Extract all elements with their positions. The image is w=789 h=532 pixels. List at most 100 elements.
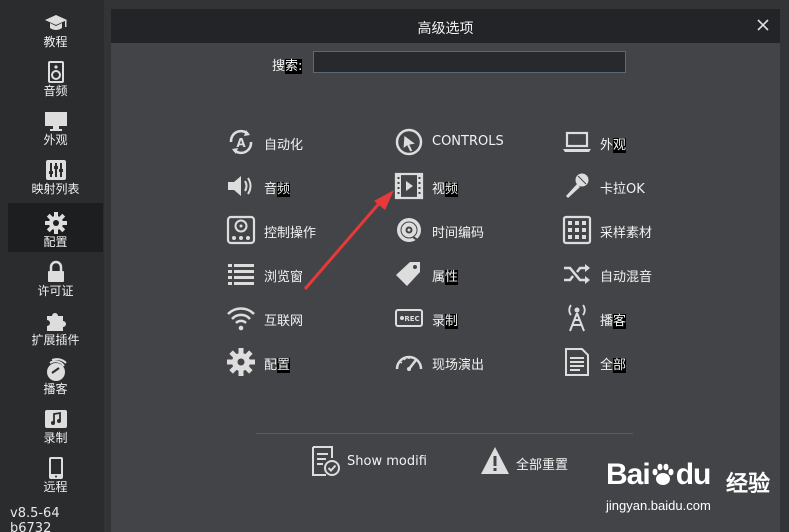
option-audio[interactable]: 音频 xyxy=(226,171,366,201)
list-icon xyxy=(226,259,256,289)
sidebar-item-label: 许可证 xyxy=(37,284,74,298)
sidebar-item-label: 映射列表 xyxy=(31,182,80,196)
sidebar-item-tutorial[interactable]: 教程 xyxy=(8,3,103,52)
option-label: 现场演出 xyxy=(432,354,484,373)
sidebar-item-config[interactable]: 配置 xyxy=(8,203,103,252)
option-all[interactable]: 全部 xyxy=(562,347,702,377)
option-label-text: 自动化 xyxy=(264,138,304,153)
sidebar-item-label: 播客 xyxy=(43,382,68,396)
controller-icon xyxy=(226,215,256,245)
watermark-url: jingyan.baidu.com xyxy=(606,498,711,513)
automation-icon: A xyxy=(226,127,256,157)
option-label-text: 浏览窗 xyxy=(264,270,304,285)
option-label-text: CONTROLS xyxy=(432,134,504,149)
paw-icon xyxy=(652,463,674,485)
show-modified-button[interactable]: Show modifi xyxy=(310,444,450,478)
search-label-highlight: 索: xyxy=(285,59,303,74)
sidebar-item-label: 录制 xyxy=(43,431,68,445)
dialog-title: 高级选项 xyxy=(417,21,474,37)
reset-all-button[interactable]: 全部重置 xyxy=(479,444,589,478)
baidu-jingyan-watermark: Bai du 经验 jingyan.baidu.com xyxy=(600,458,780,528)
option-properties[interactable]: 属性 xyxy=(394,259,534,289)
option-label-text: 卡拉OK xyxy=(600,182,645,197)
lock-icon xyxy=(44,260,68,284)
option-automix[interactable]: 自动混音 xyxy=(562,259,702,289)
option-label: 外观 xyxy=(600,134,627,153)
option-label: 音频 xyxy=(264,178,291,197)
option-karaoke[interactable]: 卡拉OK xyxy=(562,171,702,201)
option-label-text: 外 xyxy=(600,138,614,153)
watermark-logo-text: du xyxy=(675,458,712,491)
search-input[interactable] xyxy=(313,51,626,73)
option-label-text: 播 xyxy=(600,314,614,329)
divider xyxy=(256,433,633,434)
sidebar-item-mapping[interactable]: 映射列表 xyxy=(8,150,103,199)
option-controls[interactable]: CONTROLS xyxy=(394,127,534,157)
sidebar-item-label: 音频 xyxy=(43,84,68,98)
option-label-text: 自动混音 xyxy=(600,270,653,285)
option-label: 属性 xyxy=(432,266,459,285)
option-label: 浏览窗 xyxy=(264,266,303,285)
option-podcast[interactable]: 播客 xyxy=(562,303,702,333)
show-modified-label: Show modifi xyxy=(347,454,427,469)
gear-icon xyxy=(226,347,256,377)
option-label-highlight: 置 xyxy=(277,358,291,373)
microphone-icon xyxy=(562,171,592,201)
sidebar-item-record[interactable]: 录制 xyxy=(8,399,103,448)
sidebar-item-audio[interactable]: 音频 xyxy=(8,52,103,101)
option-label: 时间编码 xyxy=(432,222,484,241)
wifi-icon xyxy=(226,303,256,333)
option-label-highlight: 部 xyxy=(613,358,627,373)
option-internet[interactable]: 互联网 xyxy=(226,303,366,333)
option-label: 互联网 xyxy=(264,310,303,329)
option-label-text: 属 xyxy=(432,270,446,285)
option-label: 全部 xyxy=(600,354,627,373)
option-label: 采样素材 xyxy=(600,222,652,241)
option-config[interactable]: 配置 xyxy=(226,347,366,377)
option-label-text: 控制操作 xyxy=(264,226,317,241)
cursor-icon xyxy=(394,127,424,157)
version-label: v8.5-64 b6732 xyxy=(10,506,60,532)
search-label: 搜索: xyxy=(272,55,303,74)
tag-icon xyxy=(394,259,424,289)
option-timecode[interactable]: 时间编码 xyxy=(394,215,534,245)
tablet-icon xyxy=(44,456,68,480)
option-live-performance[interactable]: 现场演出 xyxy=(394,347,534,377)
puzzle-icon xyxy=(44,309,68,333)
podcast-icon xyxy=(44,358,68,382)
option-label-text: 采样素材 xyxy=(600,226,653,241)
sidebar-item-remote[interactable]: 远程 xyxy=(8,448,103,497)
watermark-tag: 经验 xyxy=(726,472,771,497)
option-appearance[interactable]: 外观 xyxy=(562,127,702,157)
option-record[interactable]: REC 录制 xyxy=(394,303,534,333)
option-label: 播客 xyxy=(600,310,627,329)
sidebar-item-label: 远程 xyxy=(43,480,68,494)
sidebar-item-podcast[interactable]: 播客 xyxy=(8,350,103,399)
option-label-text: 全 xyxy=(600,358,614,373)
sidebar-item-appearance[interactable]: 外观 xyxy=(8,101,103,150)
dialog-titlebar: 高级选项 xyxy=(111,9,780,43)
reset-all-label: 全部重置 xyxy=(516,458,569,473)
sidebar-item-plugins[interactable]: 扩展插件 xyxy=(8,301,103,350)
disc-icon xyxy=(394,215,424,245)
svg-text:A: A xyxy=(236,136,246,150)
speaker-icon xyxy=(44,60,68,84)
gear-icon xyxy=(44,211,68,235)
option-browser[interactable]: 浏览窗 xyxy=(226,259,366,289)
document-icon xyxy=(562,347,592,377)
option-sampler[interactable]: 采样素材 xyxy=(562,215,702,245)
svg-text:REC: REC xyxy=(404,315,419,323)
video-icon xyxy=(394,171,424,201)
option-automation[interactable]: A 自动化 xyxy=(226,127,366,157)
option-label: 录制 xyxy=(432,310,459,329)
graduation-cap-icon xyxy=(44,11,68,35)
option-controller[interactable]: 控制操作 xyxy=(226,215,366,245)
sidebar: 教程 音频 外观 映射列表 配置 许可证 扩展插件 播客 录制 远程 v8.5-… xyxy=(0,0,104,532)
option-label-text: 视 xyxy=(432,182,446,197)
laptop-icon xyxy=(562,127,592,157)
option-video[interactable]: 视频 xyxy=(394,171,534,201)
watermark-logo: Bai du xyxy=(606,458,712,492)
sampler-grid-icon xyxy=(562,215,592,245)
sidebar-item-license[interactable]: 许可证 xyxy=(8,252,103,301)
close-button[interactable] xyxy=(754,16,772,34)
